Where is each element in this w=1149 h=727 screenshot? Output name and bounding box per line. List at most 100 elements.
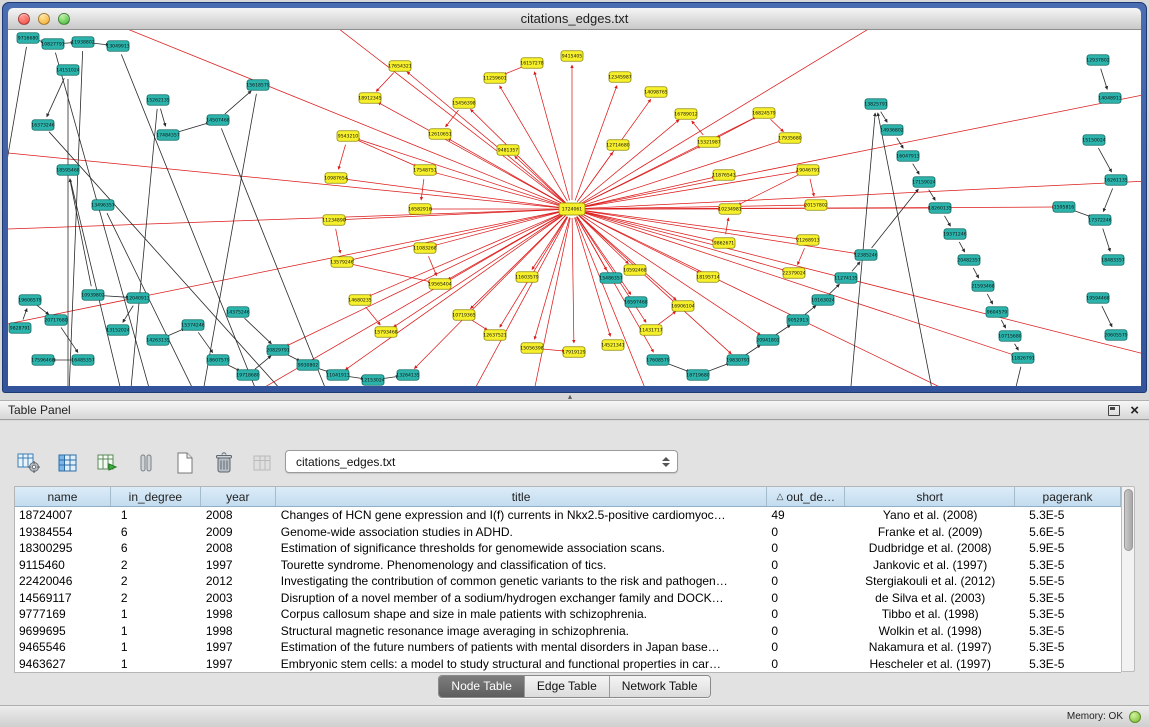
network-node[interactable]: 10163024 [811, 295, 834, 306]
network-edge[interactable] [534, 72, 569, 201]
network-node[interactable]: 9604579 [986, 307, 1008, 318]
network-node[interactable]: 10234981 [718, 204, 741, 215]
float-panel-icon[interactable] [1108, 405, 1120, 416]
network-node[interactable]: 16906104 [671, 301, 694, 312]
network-node[interactable]: 12040913 [126, 293, 149, 304]
network-edge[interactable] [37, 305, 49, 314]
network-node[interactable]: 17654321 [388, 61, 411, 72]
network-edge[interactable] [1102, 306, 1112, 327]
network-node[interactable]: 18719680 [686, 370, 709, 381]
network-node[interactable]: 16597468 [624, 297, 647, 308]
network-edge[interactable] [61, 327, 78, 352]
network-edge[interactable] [726, 218, 729, 234]
network-edge[interactable] [987, 294, 992, 304]
window-titlebar[interactable]: citations_edges.txt [8, 8, 1141, 30]
table-row[interactable]: 1830029562008Estimation of significance … [15, 540, 1121, 557]
network-edge[interactable] [581, 90, 1141, 207]
network-edge[interactable] [208, 214, 564, 386]
network-edge[interactable] [775, 325, 790, 335]
network-node[interactable]: 16582916 [408, 204, 431, 215]
network-edge[interactable] [810, 179, 814, 196]
network-edge[interactable] [336, 229, 341, 253]
table-row[interactable]: 946362711997Embryonic stem cells: a mode… [15, 656, 1121, 673]
table-row[interactable]: 969969511998Structural magnetic resonanc… [15, 623, 1121, 640]
network-node[interactable]: 11826791 [1011, 353, 1034, 364]
network-node[interactable]: 18607579 [206, 355, 229, 366]
table-row[interactable]: 911546021997Tourette syndrome. Phenomeno… [15, 557, 1121, 574]
network-node[interactable]: 11431717 [639, 325, 662, 336]
network-edge[interactable] [8, 209, 563, 230]
table-selector-dropdown[interactable]: citations_edges.txt [285, 450, 678, 473]
network-edge[interactable] [177, 123, 210, 133]
network-node[interactable]: 10827791 [41, 39, 64, 50]
network-node[interactable]: 11876543 [712, 170, 735, 181]
network-node[interactable]: 13825791 [864, 99, 887, 110]
network-node[interactable]: 9930802 [297, 360, 319, 371]
network-node[interactable]: 16373246 [31, 120, 54, 131]
network-node[interactable]: 13264135 [396, 370, 419, 381]
network-edge[interactable] [428, 256, 436, 275]
network-node[interactable]: 1724061 [559, 203, 585, 215]
network-node[interactable]: 12385246 [854, 250, 877, 261]
table-row[interactable]: 1456911722003Disruption of a novel membe… [15, 590, 1121, 607]
network-node[interactable]: 13579246 [330, 257, 353, 268]
network-edge[interactable] [572, 218, 574, 343]
network-edge[interactable] [55, 53, 158, 386]
network-node[interactable]: 9481357 [497, 145, 519, 156]
network-node[interactable]: 15321987 [697, 137, 720, 148]
network-node[interactable]: 14263135 [146, 335, 169, 346]
network-edge[interactable] [973, 268, 978, 278]
network-edge[interactable] [107, 213, 208, 386]
network-edge[interactable] [245, 318, 272, 344]
network-node[interactable]: 11603579 [515, 272, 538, 283]
network-edge[interactable] [577, 152, 612, 201]
network-edge[interactable] [166, 329, 184, 337]
network-edge[interactable] [68, 51, 83, 386]
network-node[interactable]: 18595468 [56, 165, 79, 176]
network-edge[interactable] [1008, 367, 1021, 386]
network-node[interactable]: 15150024 [1082, 135, 1105, 146]
network-node[interactable]: 12610651 [428, 129, 451, 140]
network-node[interactable]: 12937802 [1086, 55, 1109, 66]
network-edge[interactable] [738, 174, 800, 205]
table-row[interactable]: 946554611997Estimation of the future num… [15, 639, 1121, 656]
network-canvas[interactable]: 1724061941540516157278112596011545639812… [8, 30, 1141, 386]
network-node[interactable]: 15262135 [146, 95, 169, 106]
network-edge[interactable] [1015, 344, 1019, 351]
network-edge[interactable] [366, 307, 381, 325]
network-node[interactable]: 21593468 [971, 281, 994, 292]
network-node[interactable]: 15374246 [181, 320, 204, 331]
network-edge[interactable] [1098, 148, 1111, 172]
column-header-pagerank[interactable]: pagerank [1015, 487, 1121, 506]
table-row[interactable]: 2242004622012Investigating the contribut… [15, 573, 1121, 590]
new-column-button[interactable] [172, 450, 198, 476]
network-edge[interactable] [8, 47, 26, 330]
close-panel-icon[interactable]: × [1130, 405, 1139, 416]
table-settings-button[interactable] [16, 450, 42, 476]
network-node[interactable]: 11083268 [413, 243, 436, 254]
network-edge[interactable] [378, 102, 564, 204]
network-edge[interactable] [581, 210, 799, 239]
network-node[interactable]: 10715680 [998, 331, 1021, 342]
network-node[interactable]: 17372246 [1088, 215, 1111, 226]
network-edge[interactable] [345, 179, 563, 208]
network-node[interactable]: 17484357 [156, 130, 179, 141]
network-node[interactable]: 17159024 [912, 177, 935, 188]
network-node[interactable]: 16824579 [752, 108, 775, 119]
network-edge[interactable] [830, 284, 840, 294]
network-edge[interactable] [8, 211, 563, 330]
network-edge[interactable] [580, 213, 700, 273]
network-node[interactable]: 16485357 [71, 355, 94, 366]
network-edge[interactable] [356, 140, 417, 167]
network-edge[interactable] [376, 73, 394, 92]
network-node[interactable]: 9828791 [9, 323, 31, 334]
network-node[interactable]: 17608579 [646, 355, 669, 366]
network-edge[interactable] [944, 216, 950, 226]
network-node[interactable]: 9862671 [713, 238, 735, 249]
network-node[interactable]: 20717680 [44, 315, 67, 326]
network-node[interactable]: 11041913 [326, 370, 349, 381]
network-edge[interactable] [343, 209, 563, 219]
network-node[interactable]: 14098765 [644, 87, 667, 98]
network-node[interactable]: 17919129 [562, 347, 585, 358]
network-graph[interactable]: 1724061941540516157278112596011545639812… [8, 30, 1141, 386]
